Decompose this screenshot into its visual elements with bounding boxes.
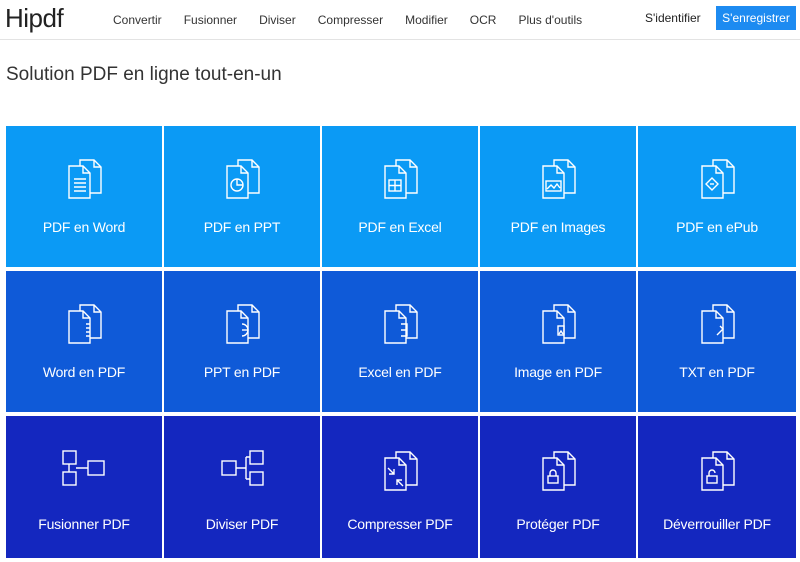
tool-label: Protéger PDF [516, 516, 600, 532]
pdf-to-ppt-icon [218, 154, 266, 202]
tool-pdf-to-image[interactable]: PDF en Images [480, 126, 636, 267]
nav-convertir[interactable]: Convertir [113, 13, 162, 27]
nav-diviser[interactable]: Diviser [259, 13, 296, 27]
lock-icon [534, 446, 582, 494]
tool-unlock-pdf[interactable]: Déverrouiller PDF [638, 416, 796, 558]
tool-label: PDF en Word [42, 219, 126, 235]
logo[interactable]: Hipdf [5, 3, 64, 34]
tool-label: Fusionner PDF [38, 516, 130, 532]
tool-label: TXT en PDF [679, 364, 755, 380]
tool-label: Excel en PDF [358, 364, 442, 380]
nav-plus-outils[interactable]: Plus d'outils [518, 13, 582, 27]
tool-word-to-pdf[interactable]: Word en PDF [6, 271, 162, 412]
header: Hipdf Convertir Fusionner Diviser Compre… [0, 0, 800, 40]
tool-txt-to-pdf[interactable]: TXT en PDF [638, 271, 796, 412]
tool-label: Image en PDF [514, 364, 602, 380]
pdf-to-word-icon [60, 154, 108, 202]
tools-row-convert-to-pdf: Word en PDF PPT en PDF Excel en PDF Imag… [6, 271, 796, 412]
tool-pdf-to-ppt[interactable]: PDF en PPT [164, 126, 320, 267]
image-to-pdf-icon [534, 299, 582, 347]
tool-label: PDF en ePub [676, 219, 758, 235]
split-icon [218, 446, 266, 494]
pdf-to-excel-icon [376, 154, 424, 202]
nav-modifier[interactable]: Modifier [405, 13, 448, 27]
compress-icon [376, 446, 424, 494]
tool-label: Compresser PDF [347, 516, 453, 532]
excel-to-pdf-icon [376, 299, 424, 347]
tool-merge-pdf[interactable]: Fusionner PDF [6, 416, 162, 558]
txt-to-pdf-icon [693, 299, 741, 347]
ppt-to-pdf-icon [218, 299, 266, 347]
nav-compresser[interactable]: Compresser [318, 13, 383, 27]
main-nav: Convertir Fusionner Diviser Compresser M… [102, 0, 593, 39]
tool-protect-pdf[interactable]: Protéger PDF [480, 416, 636, 558]
word-to-pdf-icon [60, 299, 108, 347]
tools-grid: PDF en Word PDF en PPT PDF en Excel PDF … [6, 126, 796, 562]
tool-label: PDF en Images [510, 219, 606, 235]
tool-pdf-to-word[interactable]: PDF en Word [6, 126, 162, 267]
tools-row-organize: Fusionner PDF Diviser PDF Compresser PDF… [6, 416, 796, 558]
tool-excel-to-pdf[interactable]: Excel en PDF [322, 271, 478, 412]
tools-row-convert-from-pdf: PDF en Word PDF en PPT PDF en Excel PDF … [6, 126, 796, 267]
tool-label: Word en PDF [42, 364, 126, 380]
tool-label: PPT en PDF [203, 364, 281, 380]
tool-label: PDF en PPT [203, 219, 281, 235]
nav-fusionner[interactable]: Fusionner [184, 13, 237, 27]
tool-label: Diviser PDF [205, 516, 279, 532]
unlock-icon [693, 446, 741, 494]
nav-ocr[interactable]: OCR [470, 13, 497, 27]
tool-ppt-to-pdf[interactable]: PPT en PDF [164, 271, 320, 412]
tool-pdf-to-excel[interactable]: PDF en Excel [322, 126, 478, 267]
tool-pdf-to-epub[interactable]: PDF en ePub [638, 126, 796, 267]
merge-icon [60, 446, 108, 494]
tool-label: PDF en Excel [358, 219, 442, 235]
tool-compress-pdf[interactable]: Compresser PDF [322, 416, 478, 558]
pdf-to-epub-icon [693, 154, 741, 202]
register-button[interactable]: S'enregistrer [716, 6, 796, 30]
tool-split-pdf[interactable]: Diviser PDF [164, 416, 320, 558]
pdf-to-image-icon [534, 154, 582, 202]
login-link[interactable]: S'identifier [645, 11, 701, 25]
tool-label: Déverrouiller PDF [663, 516, 771, 532]
page-title: Solution PDF en ligne tout-en-un [6, 64, 282, 85]
tool-image-to-pdf[interactable]: Image en PDF [480, 271, 636, 412]
